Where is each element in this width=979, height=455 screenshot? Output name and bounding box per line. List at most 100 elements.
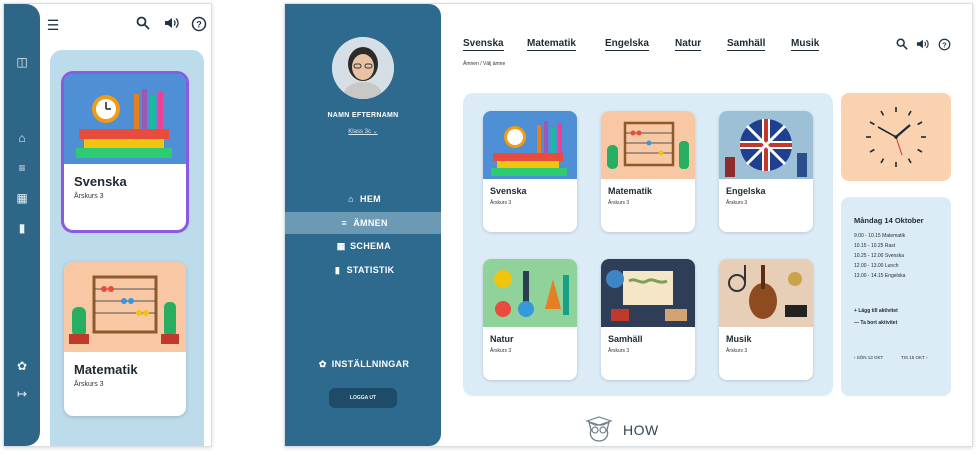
subject-card-svenska[interactable]: Svenska Årskurs 3: [61, 71, 189, 233]
mobile-subject-list: Svenska Årskurs 3 Matematik Årskurs 3: [50, 50, 204, 446]
subject-grade: Årskurs 3: [608, 348, 630, 354]
sidebar: NAMN EFTERNAMN Klass 3c ⌄ ⌂ HEM ≡ ÄMNEN ▦ S…: [285, 4, 441, 446]
owl-icon: [585, 416, 613, 442]
avatar: [332, 37, 394, 99]
user-name: NAMN EFTERNAMN: [327, 112, 399, 119]
home-icon: ⌂: [348, 194, 354, 204]
sidebar-toggle-icon[interactable]: ◫: [14, 54, 30, 70]
subject-title: Svenska: [490, 186, 527, 196]
subject-card-samhall[interactable]: Samhäll Årskurs 3: [601, 259, 695, 380]
schedule-date: Måndag 14 Oktober: [854, 216, 924, 225]
musik-illustration: [719, 259, 813, 327]
matematik-illustration: [64, 262, 186, 352]
subject-card-musik[interactable]: Musik Årskurs 3: [719, 259, 813, 380]
subject-grade: Årskurs 3: [490, 200, 512, 206]
subject-card-natur[interactable]: Natur Årskurs 3: [483, 259, 577, 380]
calendar-icon[interactable]: ▦: [14, 190, 30, 206]
add-activity-label: Lägg till aktivitet: [858, 308, 898, 314]
matematik-illustration: [601, 111, 695, 179]
nav-settings[interactable]: ✿ INSTÄLLNINGAR: [285, 353, 441, 375]
nav-label: SCHEMA: [350, 241, 391, 251]
svg-text:?: ?: [196, 20, 202, 30]
tab-svenska[interactable]: Svenska: [463, 38, 504, 51]
list-icon: ≡: [341, 218, 348, 228]
nav-label: ÄMNEN: [353, 218, 388, 228]
speaker-icon[interactable]: [915, 38, 929, 52]
subject-title: Matematik: [74, 362, 138, 377]
tab-engelska[interactable]: Engelska: [605, 38, 649, 51]
subject-title: Matematik: [608, 186, 653, 196]
subject-grade: Årskurs 3: [490, 348, 512, 354]
subject-card-matematik[interactable]: Matematik Årskurs 3: [64, 262, 186, 416]
subject-title: Engelska: [726, 186, 766, 196]
class-selector[interactable]: Klass 3c ⌄: [285, 128, 441, 135]
schedule-widget: Måndag 14 Oktober 9.00 - 10.15 Matematik…: [841, 197, 951, 396]
samhall-illustration: [601, 259, 695, 327]
engelska-illustration: [719, 111, 813, 179]
previous-day-button[interactable]: ‹ SÖN 13 OKT: [854, 355, 883, 360]
subject-grid: Svenska Årskurs 3 Matematik Årskurs 3 En…: [463, 93, 833, 396]
subject-title: Musik: [726, 334, 752, 344]
search-icon[interactable]: [895, 38, 909, 52]
remove-activity-button[interactable]: — Ta bort aktivitet: [854, 320, 897, 326]
svenska-illustration: [64, 74, 186, 164]
subject-title: Svenska: [74, 174, 127, 189]
tab-matematik[interactable]: Matematik: [527, 38, 576, 51]
svenska-illustration: [483, 111, 577, 179]
nav-label: INSTÄLLNINGAR: [331, 359, 410, 369]
natur-illustration: [483, 259, 577, 327]
remove-activity-label: Ta bort aktivitet: [860, 320, 898, 326]
tab-samhall[interactable]: Samhäll: [727, 38, 766, 51]
nav-label: HEM: [360, 194, 381, 204]
next-day-button[interactable]: TIS 15 OKT ›: [901, 355, 927, 360]
mobile-top-bar: ☰ ?: [40, 4, 211, 44]
minus-icon: —: [854, 320, 859, 326]
schedule-row: 12.00 - 13.00 Lunch: [854, 263, 899, 269]
desktop-view: NAMN EFTERNAMN Klass 3c ⌄ ⌂ HEM ≡ ÄMNEN ▦ S…: [284, 3, 973, 447]
chevron-down-icon: ⌄: [372, 129, 378, 135]
subject-grade: Årskurs 3: [608, 200, 630, 206]
nav-statistics[interactable]: ▮ STATISTIK: [285, 259, 441, 281]
logout-icon[interactable]: ↦: [14, 386, 30, 402]
speaker-icon[interactable]: [162, 16, 180, 34]
chevron-right-icon: ›: [925, 355, 928, 360]
class-label: Klass 3c: [348, 129, 371, 135]
brand-logo: HOW: [585, 416, 658, 442]
help-icon[interactable]: ?: [190, 16, 208, 34]
mobile-view: ◫ ⌂ ≡ ▦ ▮ ✿ ↦ ☰ ? Svenska Årskurs 3 Mate…: [3, 3, 212, 447]
schedule-row: 13.00 - 14.15 Engelska: [854, 273, 906, 279]
nav-schedule[interactable]: ▦ SCHEMA: [285, 235, 441, 257]
add-activity-button[interactable]: + Lägg till aktivitet: [854, 308, 898, 314]
schedule-row: 9.00 - 10.15 Matematik: [854, 233, 906, 239]
clock-icon: [866, 107, 926, 167]
brand-name: HOW: [623, 422, 659, 438]
subject-card-svenska[interactable]: Svenska Årskurs 3: [483, 111, 577, 232]
home-icon[interactable]: ⌂: [14, 130, 30, 146]
search-icon[interactable]: [134, 16, 152, 34]
list-icon[interactable]: ≡: [14, 160, 30, 176]
logout-button[interactable]: LOGGA UT: [329, 388, 397, 408]
schedule-row: 10.25 - 12.00 Svenska: [854, 253, 905, 259]
svg-text:?: ?: [942, 40, 947, 49]
gear-icon: ✿: [318, 359, 327, 369]
subject-title: Samhäll: [608, 334, 643, 344]
menu-icon[interactable]: ☰: [44, 16, 62, 34]
nav-label: STATISTIK: [346, 265, 395, 275]
nav-home[interactable]: ⌂ HEM: [285, 188, 441, 210]
previous-day-label: SÖN 13 OKT: [856, 355, 884, 360]
calendar-icon: ▦: [336, 241, 346, 251]
subject-card-matematik[interactable]: Matematik Årskurs 3: [601, 111, 695, 232]
tab-musik[interactable]: Musik: [791, 38, 820, 51]
subject-card-engelska[interactable]: Engelska Årskurs 3: [719, 111, 813, 232]
bar-chart-icon[interactable]: ▮: [14, 220, 30, 236]
schedule-row: 10.15 - 10.25 Rast: [854, 243, 896, 249]
tab-natur[interactable]: Natur: [675, 38, 702, 51]
chevron-left-icon: ‹: [854, 355, 856, 360]
nav-subjects[interactable]: ≡ ÄMNEN: [285, 212, 441, 234]
subject-grade: Årskurs 3: [726, 200, 748, 206]
help-icon[interactable]: ?: [937, 38, 951, 52]
subject-grade: Årskurs 3: [74, 381, 104, 388]
subject-title: Natur: [490, 334, 514, 344]
gear-icon[interactable]: ✿: [14, 358, 30, 374]
plus-icon: +: [854, 308, 857, 314]
